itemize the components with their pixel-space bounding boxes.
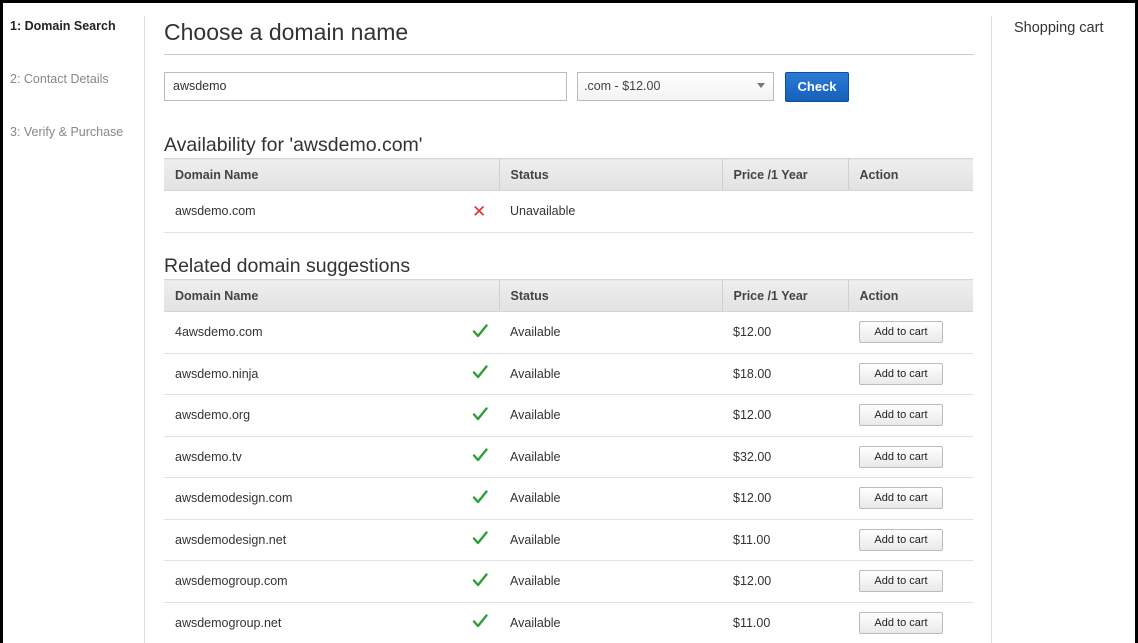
table-row: awsdemodesign.net Available $11.00 Add to c… (164, 519, 973, 561)
tld-select-value: .com - $12.00 (584, 79, 661, 93)
column-header-price: Price /1 Year (721, 279, 848, 312)
add-to-cart-button[interactable]: Add to cart (859, 445, 943, 468)
add-to-cart-button[interactable]: Add to cart (859, 611, 943, 634)
domain-name: awsdemo.tv (164, 436, 462, 478)
cart-divider (991, 16, 992, 643)
status-text: Available (499, 353, 722, 395)
check-icon (472, 407, 488, 425)
table-row: 4awsdemo.com Available $12.00 Add to cart (164, 311, 973, 354)
price-text: $18.00 (722, 353, 848, 395)
title-divider (164, 54, 974, 55)
column-header-action: Action (847, 279, 973, 312)
price-text: $11.00 (722, 602, 848, 643)
table-row: awsdemogroup.net Available $11.00 Add to ca… (164, 602, 973, 643)
shopping-cart-title: Shopping cart (1014, 20, 1104, 36)
steps-divider (144, 16, 145, 643)
add-to-cart-button[interactable]: Add to cart (859, 321, 943, 344)
price-text: $11.00 (722, 519, 848, 561)
domain-name: awsdemo.com (164, 190, 462, 233)
check-icon (472, 365, 488, 383)
price-text: $12.00 (722, 394, 848, 437)
status-text: Available (499, 519, 722, 561)
page-title: Choose a domain name (164, 19, 409, 45)
related-table: Domain Name Status Price /1 Year Action … (164, 279, 973, 643)
domain-name: awsdemogroup.com (164, 560, 462, 603)
column-header-domain: Domain Name (164, 279, 462, 312)
add-to-cart-button[interactable]: Add to cart (859, 528, 943, 551)
x-icon: ✕ (472, 201, 487, 221)
check-icon (472, 324, 488, 342)
wizard-steps: 1: Domain Search 2: Contact Details 3: V… (10, 19, 145, 178)
check-icon (472, 448, 488, 466)
status-text: Available (499, 394, 722, 437)
price-text: $12.00 (722, 560, 848, 603)
status-text: Available (499, 602, 722, 643)
step-contact-details[interactable]: 2: Contact Details (10, 72, 145, 86)
domain-name: awsdemodesign.net (164, 519, 462, 561)
table-header-row: Domain Name Status Price /1 Year Action (164, 279, 973, 312)
column-header-domain: Domain Name (164, 158, 462, 191)
table-row: awsdemodesign.com Available $12.00 Add to c… (164, 477, 973, 520)
status-text: Unavailable (499, 190, 722, 233)
check-button[interactable]: Check (785, 72, 849, 102)
check-icon (472, 614, 488, 632)
price-text: $12.00 (722, 311, 848, 354)
table-row: awsdemo.tv Available $32.00 Add to cart (164, 436, 973, 478)
step-domain-search[interactable]: 1: Domain Search (10, 19, 145, 33)
column-header-price: Price /1 Year (721, 158, 848, 191)
table-row: awsdemo.ninja Available $18.00 Add to cart (164, 353, 973, 395)
availability-title: Availability for 'awsdemo.com' (164, 134, 423, 156)
column-header-status: Status (498, 158, 722, 191)
table-row: awsdemo.org Available $12.00 Add to cart (164, 394, 973, 437)
domain-search-input[interactable]: awsdemo (164, 72, 567, 101)
status-text: Available (499, 560, 722, 603)
add-to-cart-button[interactable]: Add to cart (859, 570, 943, 593)
column-header-status: Status (498, 279, 722, 312)
step-verify-purchase[interactable]: 3: Verify & Purchase (10, 125, 145, 139)
domain-name: 4awsdemo.com (164, 311, 462, 354)
table-row: awsdemo.com ✕ Unavailable (164, 190, 973, 233)
price-text: $32.00 (722, 436, 848, 478)
add-to-cart-button[interactable]: Add to cart (859, 404, 943, 427)
domain-name: awsdemodesign.com (164, 477, 462, 520)
add-to-cart-button[interactable]: Add to cart (859, 487, 943, 510)
price-text: $12.00 (722, 477, 848, 520)
check-icon (472, 531, 488, 549)
chevron-down-icon (757, 83, 765, 88)
column-header-icon (462, 279, 499, 312)
column-header-icon (462, 158, 499, 191)
domain-name: awsdemogroup.net (164, 602, 462, 643)
related-title: Related domain suggestions (164, 255, 411, 277)
status-text: Available (499, 436, 722, 478)
tld-select[interactable]: .com - $12.00 (577, 72, 774, 101)
check-icon (472, 490, 488, 508)
domain-name: awsdemo.ninja (164, 353, 462, 395)
table-row: awsdemogroup.com Available $12.00 Add to ca… (164, 560, 973, 603)
availability-table: Domain Name Status Price /1 Year Action … (164, 158, 973, 233)
table-header-row: Domain Name Status Price /1 Year Action (164, 158, 973, 191)
status-text: Available (499, 311, 722, 354)
add-to-cart-button[interactable]: Add to cart (859, 362, 943, 385)
check-icon (472, 573, 488, 591)
domain-name: awsdemo.org (164, 394, 462, 437)
status-text: Available (499, 477, 722, 520)
column-header-action: Action (847, 158, 973, 191)
